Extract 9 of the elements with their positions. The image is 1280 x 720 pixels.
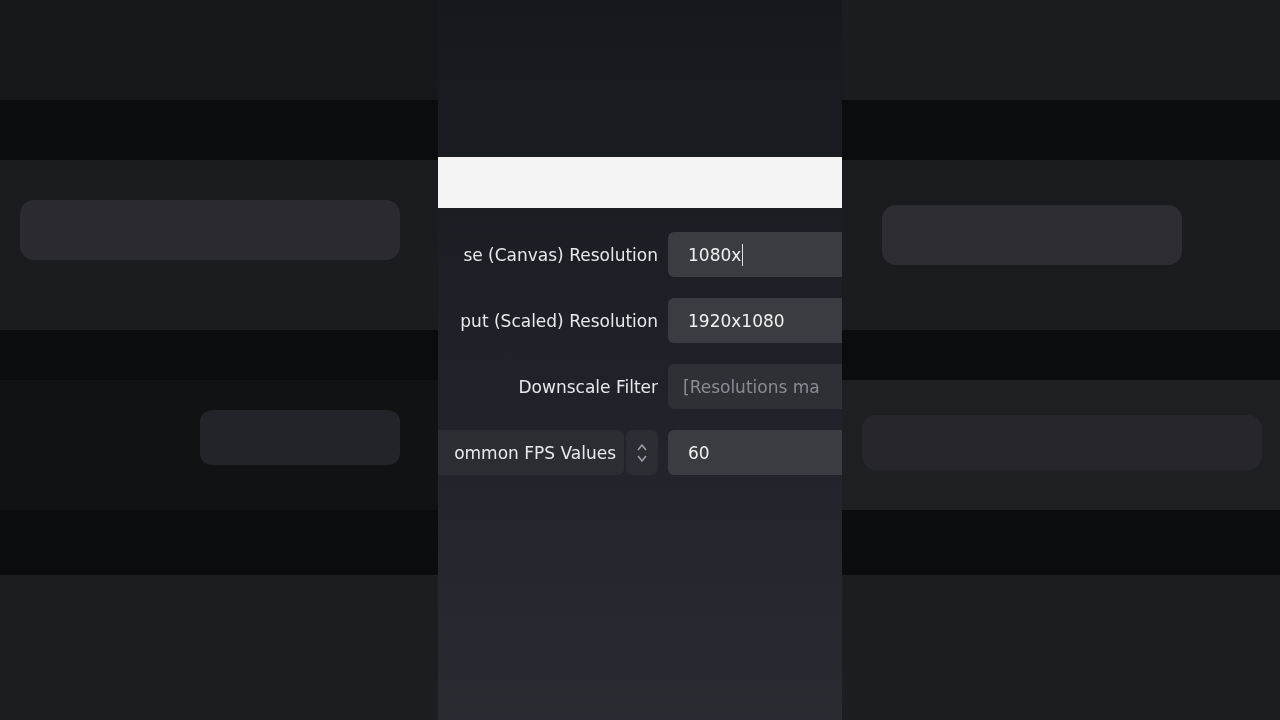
field-label: se (Canvas) Resolution: [463, 244, 658, 265]
field-label: put (Scaled) Resolution: [460, 310, 658, 331]
fps-type-dropdown[interactable]: ommon FPS Values: [438, 430, 624, 475]
up-down-arrows-icon: [636, 441, 648, 464]
input-field[interactable]: 60: [668, 430, 842, 475]
spinner-button[interactable]: [626, 430, 658, 475]
field-label: Downscale Filter: [518, 376, 658, 397]
input-field[interactable]: 1920x1080: [668, 298, 842, 343]
input-field[interactable]: 1080x: [668, 232, 842, 277]
